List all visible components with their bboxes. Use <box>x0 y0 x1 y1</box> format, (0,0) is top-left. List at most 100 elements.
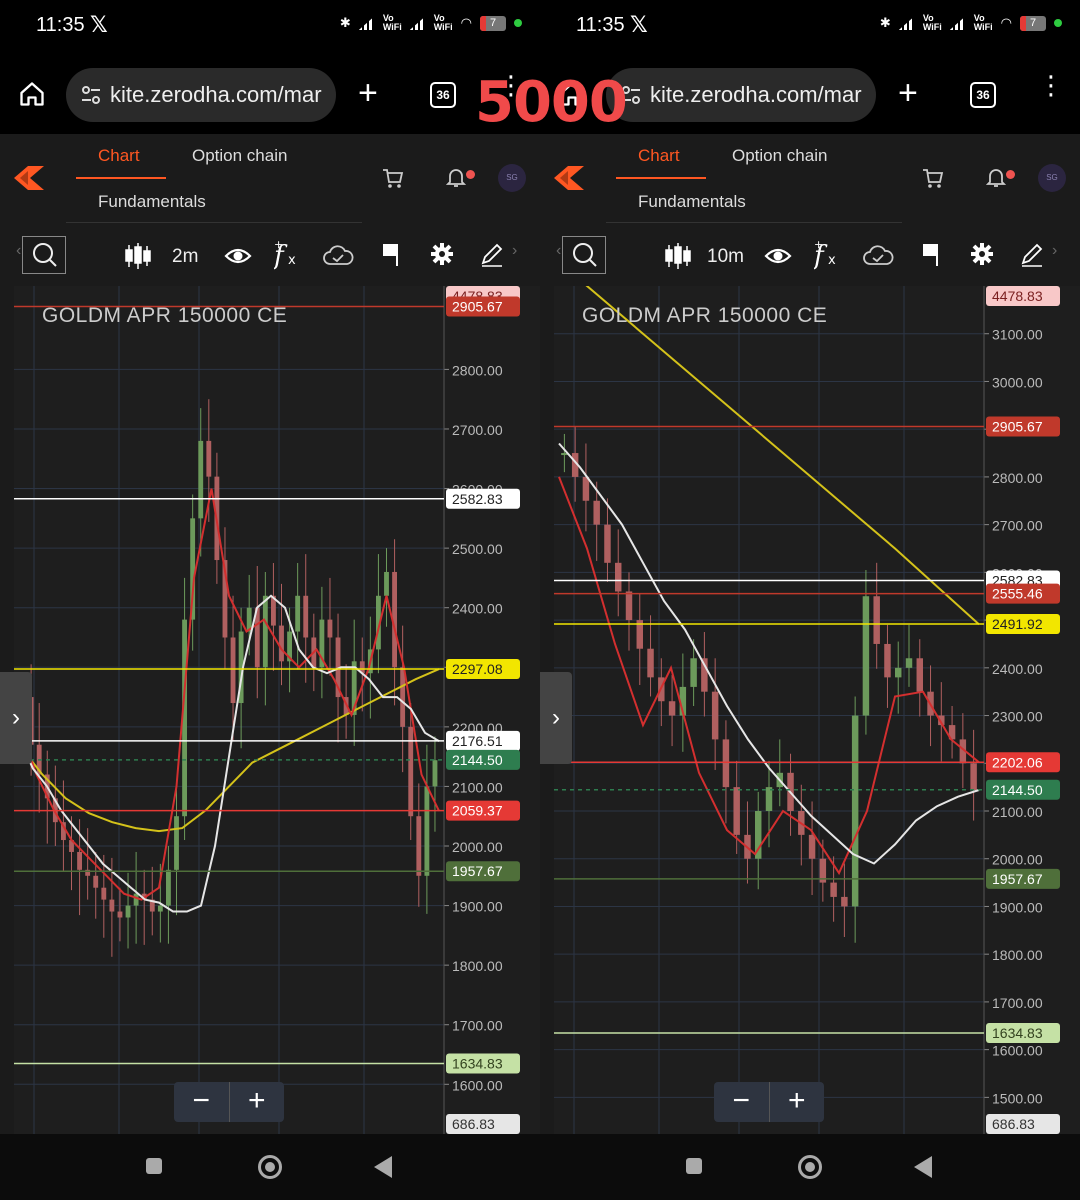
tab-switcher-icon[interactable]: 36 <box>430 82 456 108</box>
browser-bar: kite.zerodha.com/mar + 36 ⋮ <box>0 56 540 135</box>
candle-body <box>884 643 891 678</box>
recents-button[interactable] <box>146 1158 162 1174</box>
price-chart[interactable]: 2800.002700.002600.002500.002400.002300.… <box>14 286 540 1134</box>
y-tick-label: 1700.00 <box>452 1018 503 1034</box>
candle-body <box>206 440 212 477</box>
toolbar-scroll-left-icon[interactable]: ‹ <box>556 242 561 260</box>
tab-option-chain[interactable]: Option chain <box>732 146 827 166</box>
zoom-out-button[interactable]: − <box>714 1082 770 1122</box>
app-header: Chart Option chain Fundamentals SG <box>0 134 540 226</box>
draw-pencil-icon[interactable] <box>480 242 504 268</box>
price-label-text: 2144.50 <box>452 752 503 768</box>
y-tick-label: 2000.00 <box>992 852 1043 868</box>
candle-body <box>125 905 131 918</box>
candle-body <box>841 896 848 907</box>
back-button[interactable] <box>914 1156 932 1178</box>
interval-selector[interactable]: 2m <box>172 246 198 268</box>
price-label-text: 2582.83 <box>452 491 503 507</box>
zoom-in-button[interactable]: + <box>230 1082 285 1122</box>
price-label-text: 2905.67 <box>452 298 503 314</box>
toolbar-scroll-left-icon[interactable]: ‹ <box>16 242 21 260</box>
tab-chart[interactable]: Chart <box>638 146 680 166</box>
flag-icon[interactable] <box>920 242 942 268</box>
y-tick-label: 1800.00 <box>992 947 1043 963</box>
overlay-caption: 5000 <box>475 70 628 135</box>
chart-toolbar: ‹ 2m f x + › <box>0 228 540 284</box>
new-tab-icon[interactable]: + <box>358 74 378 113</box>
site-settings-icon[interactable] <box>80 84 102 106</box>
price-label-text: 2144.50 <box>992 782 1043 798</box>
candlestick-icon[interactable] <box>124 242 152 270</box>
y-tick-label: 2800.00 <box>452 362 503 378</box>
right-screenshot: 11:35 𝕏 ✱ Vo WiFi Vo WiFi ◠ 7 kite.zerodha… <box>540 0 1080 1200</box>
candle-body <box>970 763 977 790</box>
candle-body <box>279 625 284 662</box>
chart-canvas[interactable]: 2800.002700.002600.002500.002400.002300.… <box>14 286 540 1134</box>
cart-icon[interactable] <box>922 168 944 190</box>
settings-gear-icon[interactable] <box>970 242 994 266</box>
zoom-in-button[interactable]: + <box>770 1082 825 1122</box>
avatar[interactable]: SG <box>498 164 526 192</box>
y-tick-label: 3000.00 <box>992 374 1043 390</box>
candlestick-icon[interactable] <box>664 242 692 270</box>
interval-selector[interactable]: 10m <box>707 246 744 268</box>
tab-chart[interactable]: Chart <box>98 146 140 166</box>
candle-body <box>101 887 107 900</box>
flag-icon[interactable] <box>380 242 402 268</box>
bluetooth-icon: ✱ <box>879 15 891 30</box>
y-tick-label: 2400.00 <box>992 661 1043 677</box>
new-tab-icon[interactable]: + <box>898 74 918 113</box>
zoom-controls: − + <box>174 1082 284 1122</box>
toolbar-scroll-right-icon[interactable]: › <box>1052 242 1057 260</box>
indicators-fx-icon[interactable]: f x+ <box>274 238 302 270</box>
price-label-text: 4478.83 <box>992 288 1043 304</box>
home-button[interactable] <box>798 1155 822 1179</box>
cart-icon[interactable] <box>382 168 404 190</box>
expand-panel-button[interactable]: › <box>540 672 572 764</box>
price-label-text: 2297.08 <box>452 661 503 677</box>
candle-body <box>830 882 837 897</box>
tab-fundamentals[interactable]: Fundamentals <box>98 192 206 212</box>
recents-button[interactable] <box>686 1158 702 1174</box>
search-icon[interactable] <box>22 236 66 274</box>
bell-icon[interactable] <box>986 166 1006 188</box>
candle-body <box>117 911 123 918</box>
chart-canvas[interactable]: 3100.003000.002900.002800.002700.002600.… <box>554 286 1080 1134</box>
tab-option-chain[interactable]: Option chain <box>192 146 287 166</box>
address-bar[interactable]: kite.zerodha.com/mar <box>606 68 876 122</box>
kite-logo-icon[interactable] <box>14 166 44 190</box>
vowifi-icon: Vo WiFi <box>382 13 402 32</box>
draw-pencil-icon[interactable] <box>1020 242 1044 268</box>
indicators-fx-icon[interactable]: f x+ <box>814 238 842 270</box>
price-chart[interactable]: 3100.003000.002900.002800.002700.002600.… <box>554 286 1080 1134</box>
price-label-text: 2491.92 <box>992 616 1043 632</box>
vowifi-icon: Vo WiFi <box>922 13 942 32</box>
cloud-save-icon[interactable] <box>322 242 354 270</box>
eye-icon[interactable] <box>764 242 792 270</box>
toolbar-scroll-right-icon[interactable]: › <box>512 242 517 260</box>
address-bar[interactable]: kite.zerodha.com/mar <box>66 68 336 122</box>
eye-icon[interactable] <box>224 242 252 270</box>
expand-panel-button[interactable]: › <box>0 672 32 764</box>
candle-body <box>93 875 99 888</box>
back-button[interactable] <box>374 1156 392 1178</box>
avatar[interactable]: SG <box>1038 164 1066 192</box>
home-icon[interactable] <box>18 80 46 108</box>
kite-logo-icon[interactable] <box>554 166 584 190</box>
privacy-dot <box>514 19 522 27</box>
status-icons: ✱ Vo WiFi Vo WiFi ◠ 7 <box>340 14 522 32</box>
menu-icon[interactable]: ⋮ <box>1038 72 1064 98</box>
svg-text:x: x <box>828 253 836 268</box>
settings-gear-icon[interactable] <box>430 242 454 266</box>
home-button[interactable] <box>258 1155 282 1179</box>
tab-switcher-icon[interactable]: 36 <box>970 82 996 108</box>
cloud-save-icon[interactable] <box>862 242 894 270</box>
y-tick-label: 1800.00 <box>452 958 503 974</box>
search-icon[interactable] <box>562 236 606 274</box>
candle-body <box>416 816 422 876</box>
bell-icon[interactable] <box>446 166 466 188</box>
notification-dot <box>466 170 475 179</box>
zoom-out-button[interactable]: − <box>174 1082 230 1122</box>
tab-fundamentals[interactable]: Fundamentals <box>638 192 746 212</box>
active-tab-indicator <box>76 177 166 179</box>
